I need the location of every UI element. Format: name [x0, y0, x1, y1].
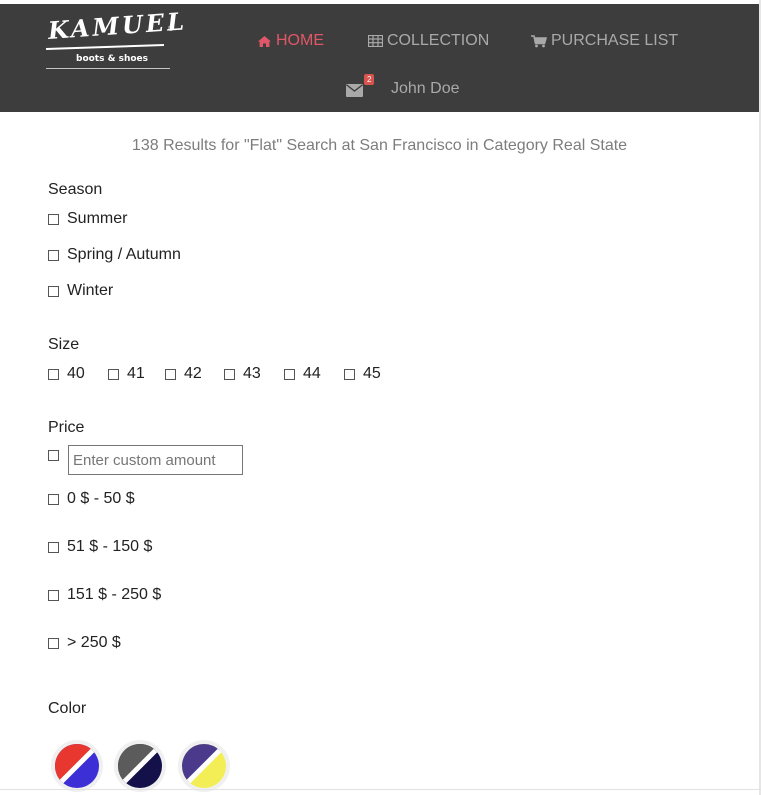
color-swatch-gray-navy[interactable]: [114, 740, 166, 792]
size-option-label: 40: [67, 365, 85, 382]
checkbox[interactable]: [48, 249, 59, 261]
brand-tagline: boots & shoes: [76, 54, 148, 64]
season-option-winter[interactable]: Winter: [48, 282, 113, 300]
color-swatch-graphic: [182, 744, 226, 788]
brand-registered-mark: ®: [168, 26, 174, 33]
price-option-over-250[interactable]: > 250 $: [48, 634, 121, 652]
nav-home-label: HOME: [276, 32, 324, 49]
size-option-40[interactable]: 40: [48, 365, 85, 383]
color-swatch-purple-yellow[interactable]: [178, 740, 230, 792]
nav-purchase-list-link[interactable]: PURCHASE LIST: [531, 32, 678, 50]
size-option-label: 45: [363, 365, 381, 382]
nav-purchase-list-label: PURCHASE LIST: [551, 32, 679, 49]
user-name-link[interactable]: John Doe: [391, 80, 460, 98]
size-option-label: 41: [127, 365, 145, 382]
checkbox[interactable]: [108, 368, 119, 380]
price-option-label: > 250 $: [67, 634, 121, 651]
price-filter-title: Price: [48, 419, 85, 436]
color-swatch-graphic: [55, 744, 99, 788]
color-swatch-graphic: [118, 744, 162, 788]
color-filter-title: Color: [48, 700, 87, 717]
top-navbar: KAMUEL ® boots & shoes HOME COLLECTION P…: [0, 4, 759, 112]
size-option-label: 43: [243, 365, 261, 382]
color-swatch-red-blue[interactable]: [51, 740, 103, 792]
cart-icon: [531, 34, 547, 47]
checkbox[interactable]: [284, 368, 295, 380]
price-option-label: 151 $ - 250 $: [67, 586, 162, 603]
checkbox[interactable]: [224, 368, 235, 380]
price-option-51-150[interactable]: 51 $ - 150 $: [48, 538, 152, 556]
mail-button[interactable]: 2: [346, 74, 376, 100]
price-option-0-50[interactable]: 0 $ - 50 $: [48, 490, 135, 508]
size-filter-title: Size: [48, 336, 80, 353]
season-option-label: Spring / Autumn: [67, 246, 181, 263]
size-option-label: 44: [303, 365, 321, 382]
envelope-icon: [346, 84, 363, 97]
season-option-summer[interactable]: Summer: [48, 210, 127, 228]
season-option-label: Summer: [67, 210, 128, 227]
checkbox[interactable]: [48, 637, 59, 649]
mail-count-badge: 2: [364, 74, 375, 85]
page-bottom-divider: [0, 789, 761, 790]
nav-collection-label: COLLECTION: [387, 32, 490, 49]
nav-collection-link[interactable]: COLLECTION: [368, 32, 489, 50]
custom-amount-input[interactable]: [68, 445, 243, 475]
size-option-43[interactable]: 43: [224, 365, 261, 383]
price-custom-checkbox[interactable]: [48, 450, 59, 461]
nav-home-link[interactable]: HOME: [257, 32, 324, 50]
price-option-label: 51 $ - 150 $: [67, 538, 153, 555]
checkbox[interactable]: [48, 213, 59, 225]
checkbox[interactable]: [344, 368, 355, 380]
season-option-spring-autumn[interactable]: Spring / Autumn: [48, 246, 181, 264]
checkbox[interactable]: [48, 589, 59, 601]
table-icon: [368, 35, 383, 47]
home-icon: [258, 35, 271, 47]
checkbox[interactable]: [48, 368, 59, 380]
checkbox[interactable]: [165, 368, 176, 380]
size-option-42[interactable]: 42: [165, 365, 202, 383]
season-option-label: Winter: [67, 282, 114, 299]
size-option-41[interactable]: 41: [108, 365, 145, 383]
logo-bottom-line: [46, 68, 170, 69]
price-option-label: 0 $ - 50 $: [67, 490, 135, 507]
checkbox[interactable]: [48, 541, 59, 553]
search-results-summary: 138 Results for "Flat" Search at San Fra…: [131, 137, 628, 154]
size-option-label: 42: [184, 365, 202, 382]
brand-name: KAMUEL: [46, 6, 188, 45]
brand-logo[interactable]: KAMUEL ® boots & shoes: [46, 6, 188, 69]
size-option-44[interactable]: 44: [284, 365, 321, 383]
checkbox[interactable]: [48, 493, 59, 505]
price-option-151-250[interactable]: 151 $ - 250 $: [48, 586, 161, 604]
size-option-45[interactable]: 45: [344, 365, 381, 383]
logo-underline: [46, 43, 164, 51]
checkbox[interactable]: [48, 285, 59, 297]
season-filter-title: Season: [48, 181, 103, 198]
